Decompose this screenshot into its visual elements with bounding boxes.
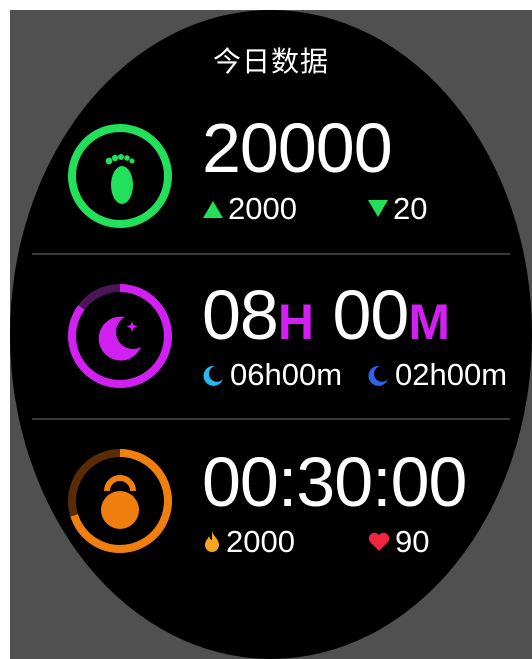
sleep-light: 02h00m xyxy=(367,358,507,392)
steps-value: 20000 xyxy=(202,109,393,187)
workout-calories: 2000 xyxy=(202,525,295,559)
sleep-hours: 08 xyxy=(202,276,279,354)
screen-frame: 今日数据 20000 2000 20 08H 00M 06h00m 02h00m… xyxy=(10,10,532,659)
sleep-ring xyxy=(68,284,172,388)
sleep-hours-unit: H xyxy=(277,294,314,350)
steps-down-value: 20 xyxy=(393,191,428,226)
sleep-minutes: 00 xyxy=(332,276,409,354)
sleep-deep-value: 06h00m xyxy=(230,357,343,392)
workout-heart-rate: 90 xyxy=(367,525,429,559)
flame-icon xyxy=(205,531,219,552)
workout-heart-rate-value: 90 xyxy=(395,524,430,559)
steps-ring xyxy=(68,124,172,228)
sleep-light-value: 02h00m xyxy=(395,357,508,392)
deep-sleep-moon-icon xyxy=(203,365,223,386)
workout-calories-value: 2000 xyxy=(226,524,295,559)
watch-face: 今日数据 20000 2000 20 08H 00M 06h00m 02h00m… xyxy=(10,10,532,659)
divider xyxy=(32,253,510,255)
triangle-down-icon xyxy=(368,200,388,217)
steps-down: 20 xyxy=(367,192,427,226)
workout-ring xyxy=(68,449,172,553)
triangle-up-icon xyxy=(203,201,223,218)
workout-duration: 00:30:00 xyxy=(202,443,467,521)
kettlebell-icon xyxy=(101,475,139,529)
footprint-icon xyxy=(105,154,135,204)
sleep-duration: 08H 00M xyxy=(202,280,450,357)
moon-icon xyxy=(98,316,141,361)
sleep-minutes-unit: M xyxy=(408,294,450,350)
heart-icon xyxy=(368,532,390,551)
steps-up-value: 2000 xyxy=(228,191,297,226)
divider xyxy=(32,418,510,420)
page-title: 今日数据 xyxy=(212,45,329,78)
sleep-deep: 06h00m xyxy=(202,358,342,392)
steps-up: 2000 xyxy=(202,192,297,226)
light-sleep-moon-icon xyxy=(368,365,388,386)
